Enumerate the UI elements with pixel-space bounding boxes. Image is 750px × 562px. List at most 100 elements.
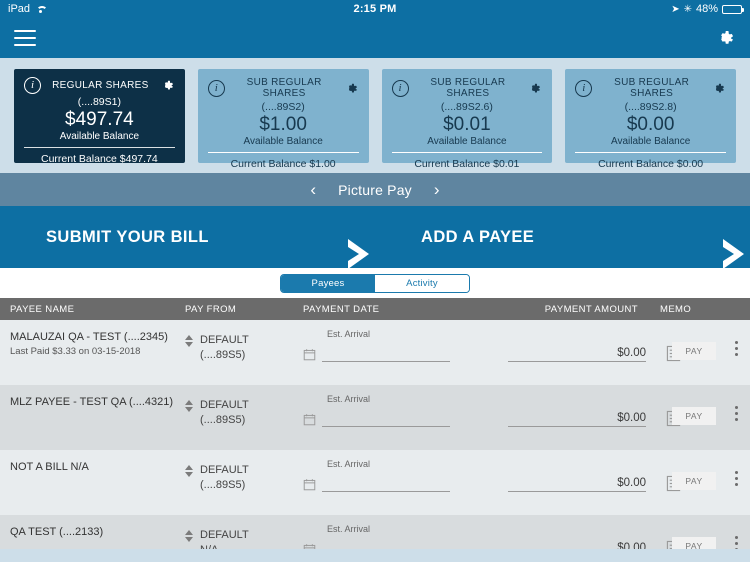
payment-amount-input[interactable]: $0.00 — [508, 347, 646, 362]
account-available-amount: $0.00 — [626, 114, 675, 135]
table-row[interactable]: MLZ PAYEE - TEST QA (....4321) DEFAULT (… — [0, 385, 750, 450]
kebab-menu-icon[interactable] — [735, 341, 738, 356]
payee-name-cell: MALAUZAI QA - TEST (....2345) Last Paid … — [0, 320, 185, 357]
pay-from-stepper[interactable] — [185, 528, 193, 542]
table-row[interactable]: MALAUZAI QA - TEST (....2345) Last Paid … — [0, 320, 750, 385]
gear-icon[interactable] — [714, 27, 736, 49]
payment-amount-input[interactable]: $0.00 — [508, 477, 646, 492]
payment-amount-cell[interactable]: $0.00 — [508, 450, 646, 492]
status-bar: iPad 2:15 PM ➤ ✳ 48% — [0, 0, 750, 18]
add-payee-label: ADD A PAYEE — [421, 227, 535, 246]
payment-date-cell[interactable]: Est. Arrival — [303, 320, 508, 362]
table-header: PAYEE NAME PAY FROM PAYMENT DATE PAYMENT… — [0, 298, 750, 320]
account-current-balance: Current Balance $1.00 — [230, 158, 336, 170]
pay-button[interactable]: PAY — [672, 407, 716, 425]
info-icon[interactable]: i — [24, 77, 41, 94]
est-arrival-label: Est. Arrival — [327, 524, 371, 534]
payee-name: NOT A BILL N/A — [10, 461, 89, 473]
account-card[interactable]: i SUB REGULAR SHARES (....89S2.8) $0.00 … — [565, 69, 736, 170]
chevron-right-icon[interactable]: › — [434, 181, 440, 198]
pay-from-stepper[interactable] — [185, 333, 193, 347]
calendar-icon[interactable] — [303, 413, 316, 426]
account-available-label: Available Balance — [59, 131, 140, 142]
payment-date-input[interactable] — [322, 543, 450, 549]
calendar-icon[interactable] — [303, 348, 316, 361]
account-card[interactable]: i REGULAR SHARES (....89S1) $497.74 Avai… — [14, 69, 185, 165]
est-arrival-label: Est. Arrival — [327, 459, 371, 469]
pay-button[interactable]: PAY — [672, 342, 716, 360]
pay-from-cell[interactable]: DEFAULT (....89S5) — [185, 385, 303, 428]
pay-from-cell[interactable]: DEFAULT (....89S5) — [185, 320, 303, 363]
add-a-payee-button[interactable]: ADD A PAYEE — [375, 227, 750, 269]
table-row[interactable]: NOT A BILL N/A DEFAULT (....89S5) Est. A… — [0, 450, 750, 515]
account-number: (....89S2.6) — [440, 101, 493, 113]
calendar-icon[interactable] — [303, 478, 316, 491]
column-header-payment-amount: PAYMENT AMOUNT — [544, 303, 638, 315]
pay-from-line1: DEFAULT — [200, 529, 249, 541]
account-available-label: Available Balance — [610, 136, 691, 147]
pay-from-line1: DEFAULT — [200, 399, 249, 411]
tabs-row: Payees Activity — [0, 268, 750, 298]
kebab-menu-icon[interactable] — [735, 471, 738, 486]
gear-icon[interactable] — [527, 81, 542, 96]
pay-from-stepper[interactable] — [185, 463, 193, 477]
tab-activity[interactable]: Activity — [375, 274, 469, 292]
submit-your-bill-button[interactable]: SUBMIT YOUR BILL — [0, 228, 375, 269]
account-current-balance: Current Balance $0.00 — [598, 158, 704, 170]
pay-from-cell[interactable]: DEFAULT N/A — [185, 515, 303, 549]
payee-name-cell: QA TEST (....2133) — [0, 515, 185, 541]
account-card[interactable]: i SUB REGULAR SHARES (....89S2) $1.00 Av… — [197, 69, 369, 170]
account-card-top: i SUB REGULAR SHARES — [207, 77, 359, 99]
gear-icon[interactable] — [711, 81, 726, 96]
payment-amount-cell[interactable]: $0.00 — [508, 320, 646, 362]
payee-last-paid: Last Paid $3.33 on 03-15-2018 — [10, 346, 141, 357]
pay-from-cell[interactable]: DEFAULT (....89S5) — [185, 450, 303, 493]
tab-payees[interactable]: Payees — [281, 274, 375, 292]
payment-date-cell[interactable]: Est. Arrival — [303, 450, 508, 492]
payment-amount-input[interactable]: $0.00 — [508, 542, 646, 549]
pay-from-line1: DEFAULT — [200, 464, 249, 476]
account-number: (....89S1) — [77, 96, 121, 108]
kebab-menu-icon[interactable] — [735, 406, 738, 421]
pay-from-stepper[interactable] — [185, 398, 193, 412]
payment-date-cell[interactable]: Est. Arrival — [303, 385, 508, 427]
table-row[interactable]: QA TEST (....2133) DEFAULT N/A Est. Arri… — [0, 515, 750, 549]
pay-from-line1: DEFAULT — [200, 334, 249, 346]
payment-date-input[interactable] — [322, 348, 450, 362]
kebab-menu-icon[interactable] — [735, 536, 738, 549]
pay-button[interactable]: PAY — [672, 472, 716, 490]
pay-from-line2: (....89S5) — [200, 479, 246, 491]
pay-from-line2: (....89S5) — [200, 414, 246, 426]
gear-icon[interactable] — [160, 78, 175, 93]
account-current-balance: Current Balance $0.01 — [414, 158, 520, 170]
account-available-amount: $0.01 — [443, 114, 491, 135]
payees-table-body[interactable]: MALAUZAI QA - TEST (....2345) Last Paid … — [0, 320, 750, 549]
pay-from-value: DEFAULT (....89S5) — [200, 398, 249, 428]
payment-amount-cell[interactable]: $0.00 — [508, 515, 646, 549]
payment-amount-cell[interactable]: $0.00 — [508, 385, 646, 427]
hamburger-menu-icon[interactable] — [14, 30, 36, 46]
info-icon[interactable]: i — [207, 79, 225, 97]
chevron-right-icon-svg — [723, 239, 744, 269]
payment-date-input[interactable] — [322, 478, 450, 492]
account-cards-row: i REGULAR SHARES (....89S1) $497.74 Avai… — [0, 58, 750, 173]
payment-amount-input[interactable]: $0.00 — [508, 412, 646, 427]
chevron-left-icon[interactable]: ‹ — [310, 181, 316, 198]
pay-from-value: DEFAULT (....89S5) — [200, 463, 249, 493]
account-card[interactable]: i SUB REGULAR SHARES (....89S2.6) $0.01 … — [381, 69, 553, 170]
status-bar-right: ➤ ✳ 48% — [671, 3, 744, 15]
info-icon[interactable]: i — [575, 79, 593, 97]
column-header-memo: MEMO — [660, 303, 692, 315]
calendar-icon[interactable] — [303, 543, 316, 549]
gear-icon[interactable] — [344, 81, 359, 96]
account-current-balance: Current Balance $497.74 — [41, 153, 158, 165]
payment-date-cell[interactable]: Est. Arrival — [303, 515, 508, 549]
info-icon[interactable]: i — [391, 79, 409, 97]
page-title: Picture Pay — [338, 181, 412, 198]
calendar-icon-svg — [303, 479, 316, 491]
payment-date-input[interactable] — [322, 413, 450, 427]
pay-button[interactable]: PAY — [672, 537, 716, 549]
gear-icon-svg — [721, 31, 733, 44]
gear-icon-svg — [715, 83, 724, 92]
calendar-icon-svg — [303, 544, 316, 549]
